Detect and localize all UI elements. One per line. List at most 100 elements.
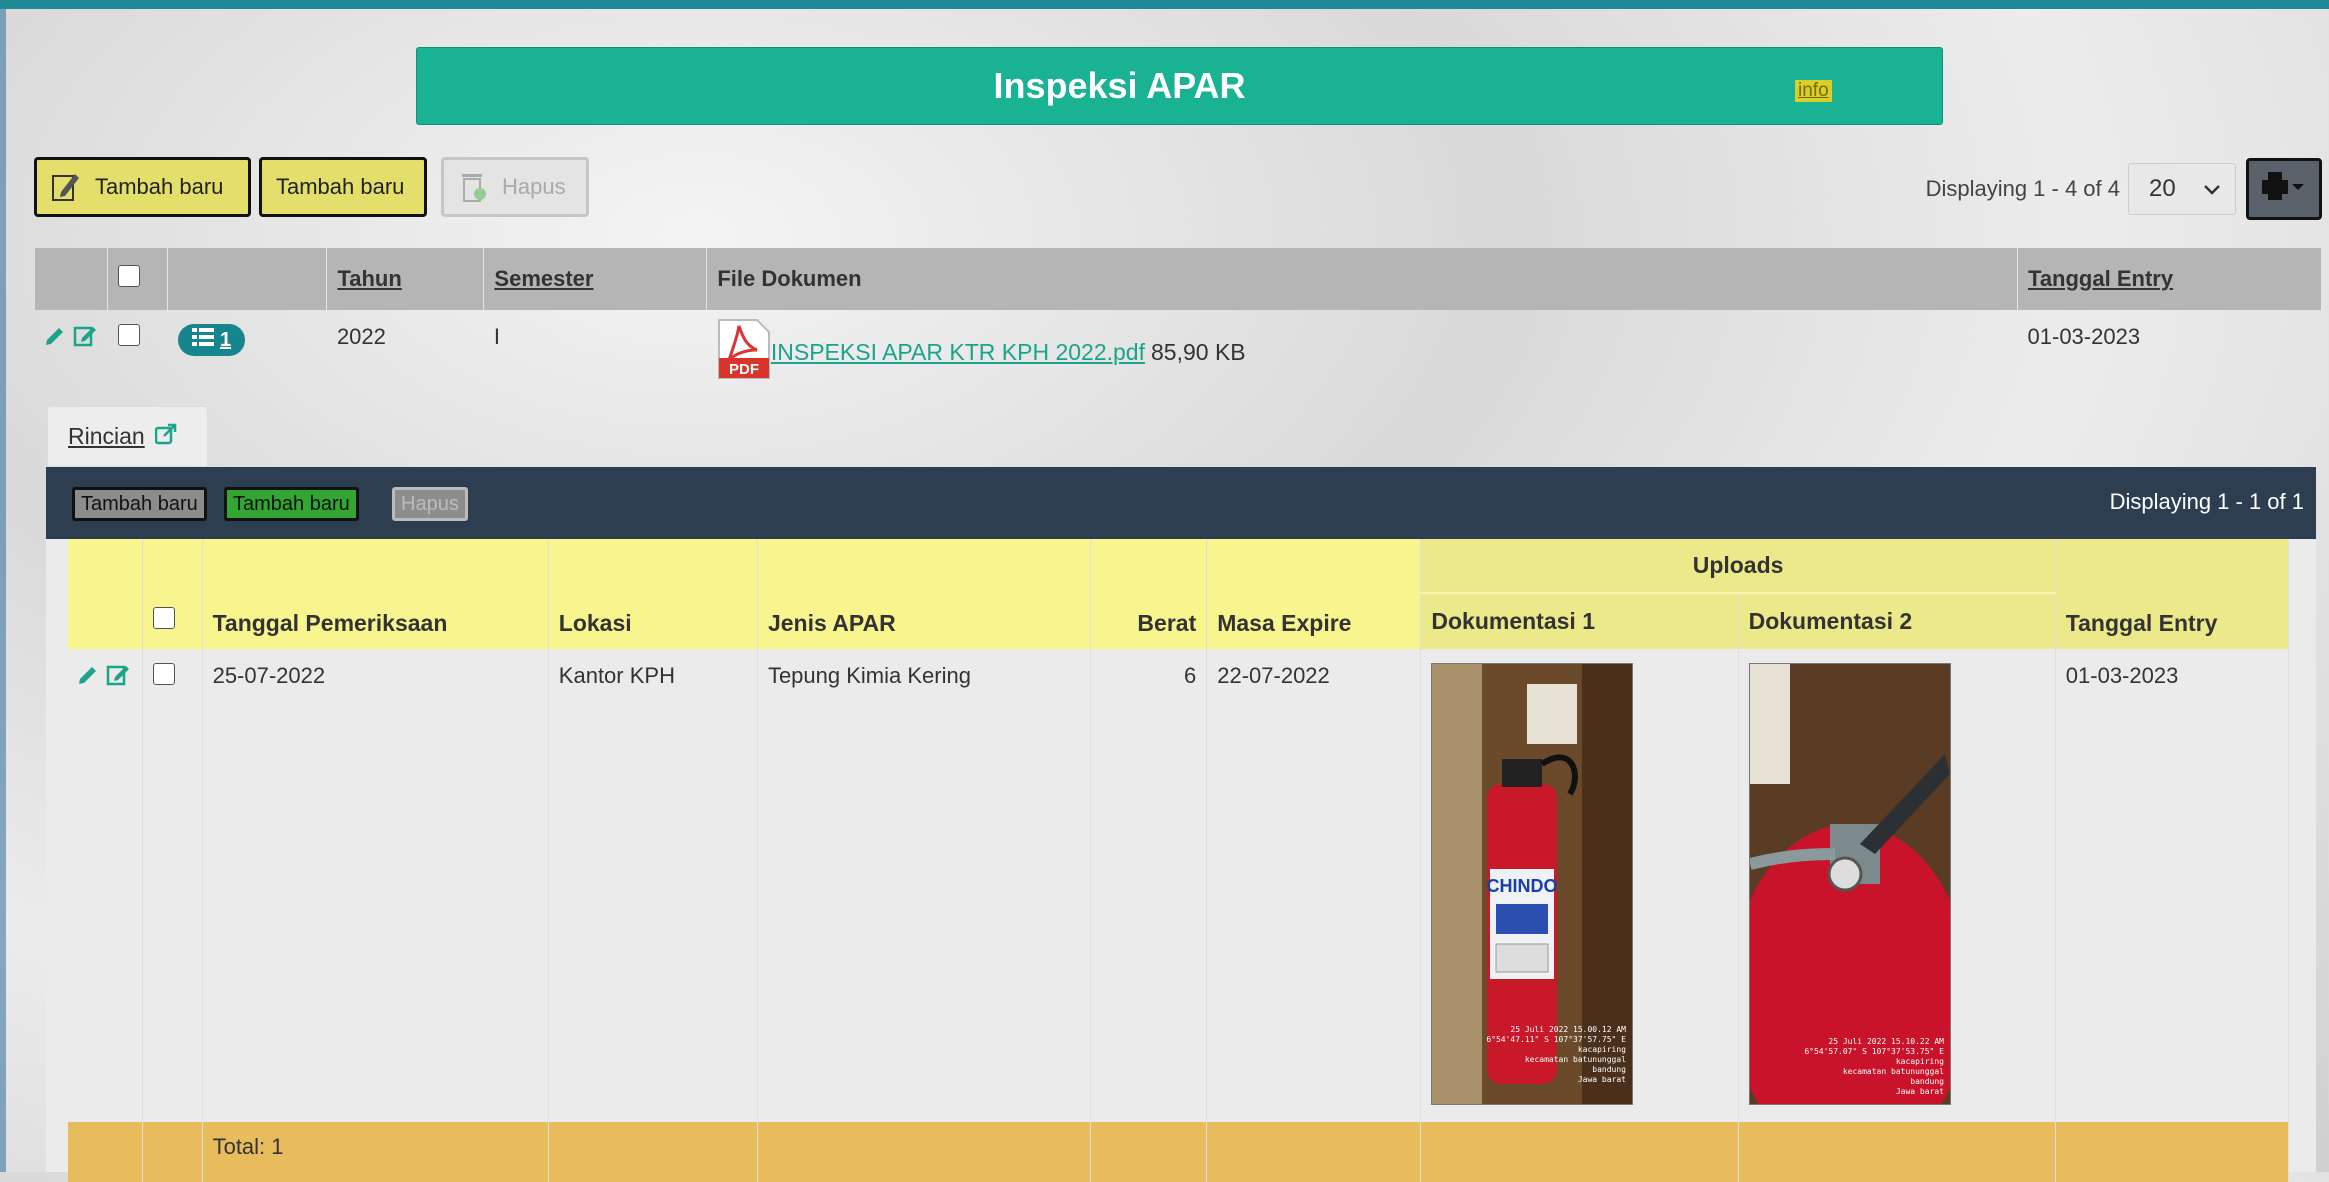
- dokumentasi-2-photo[interactable]: 25 Juli 2022 15.10.22 AM 6°54'57.07" S 1…: [1748, 663, 1951, 1105]
- add-new-button[interactable]: Tambah baru: [34, 157, 251, 217]
- detail-table: Tanggal Pemeriksaan Lokasi Jenis APAR Be…: [68, 539, 2290, 1182]
- total-cell-empty-6: [1206, 1122, 1422, 1182]
- cell-file: PDF INSPEKSI APAR KTR KPH 2022.pdf 85,90…: [707, 310, 2018, 386]
- trash-icon: [458, 170, 488, 204]
- pager: Displaying 1 - 4 of 4 20: [1926, 157, 2322, 221]
- delete-button[interactable]: Hapus: [441, 157, 589, 217]
- row-checkbox[interactable]: [117, 324, 140, 346]
- cell-masa-expire: 22-07-2022: [1206, 649, 1422, 1122]
- cell-detail-tanggal-entry: 01-03-2023: [2055, 649, 2290, 1122]
- detail-row-actions: [68, 649, 143, 1122]
- total-cell-empty-4: [757, 1122, 1092, 1182]
- pdf-file-icon: PDF: [717, 318, 771, 386]
- header-select: [107, 248, 169, 310]
- total-row: Total: 1: [68, 1122, 2290, 1182]
- table-row: 1 2022 I PDF INSPEKSI APAR KTR KPH 2022.…: [35, 310, 2322, 386]
- delete-label: Hapus: [502, 174, 566, 199]
- add-new-label-2: Tambah baru: [276, 174, 405, 199]
- detail-delete-button[interactable]: Hapus: [392, 487, 468, 521]
- cell-tahun: 2022: [336, 324, 386, 349]
- extinguisher-brand: CHINDO: [1487, 876, 1558, 896]
- main-table: Tahun Semester File Dokumen Tanggal Entr…: [35, 248, 2322, 386]
- add-new-button-2[interactable]: Tambah baru: [259, 157, 427, 217]
- edit-form-icon[interactable]: [106, 665, 130, 692]
- page-title-banner: Inspeksi APAR info: [416, 47, 1943, 125]
- total-cell-empty-2: [142, 1122, 203, 1182]
- dheader-dok2: Dokumentasi 2: [1738, 593, 2056, 649]
- cell-dok1: CHINDO 25 Juli 2022 15.00.12 AM 6°54'47.…: [1420, 649, 1739, 1122]
- select-all-checkbox[interactable]: [118, 265, 141, 287]
- printer-icon: [2262, 171, 2306, 207]
- top-bar: [0, 0, 2329, 9]
- jenis-label: Jenis APAR: [767, 610, 896, 636]
- row-detail: 1: [168, 310, 327, 386]
- detail-add-new-button[interactable]: Tambah baru: [72, 487, 207, 521]
- left-edge: [0, 9, 6, 1172]
- edit-form-icon: [51, 170, 81, 204]
- dheader-masa-expire: Masa Expire: [1206, 539, 1422, 649]
- header-semester[interactable]: Semester: [483, 248, 708, 310]
- external-link-icon[interactable]: [154, 423, 177, 451]
- sort-tanggal-entry-link[interactable]: Tanggal Entry: [2028, 266, 2173, 291]
- photo2-stamp-line-2: 6°54'57.07" S 107°37'53.75" E: [1804, 1047, 1944, 1056]
- detail-add-new-label: Tambah baru: [81, 492, 198, 515]
- header-detail: [167, 248, 328, 310]
- detail-count-badge[interactable]: 1: [177, 324, 246, 356]
- print-button[interactable]: [2246, 158, 2322, 220]
- total-cell-empty-8: [1738, 1122, 2056, 1182]
- main-table-header: Tahun Semester File Dokumen Tanggal Entr…: [35, 248, 2322, 310]
- detail-displaying-text: Displaying 1 - 1 of 1: [2109, 489, 2304, 514]
- total-cell-empty-7: [1420, 1122, 1739, 1182]
- add-new-label: Tambah baru: [95, 174, 224, 199]
- photo1-stamp-line-3: kacapiring: [1578, 1045, 1626, 1054]
- file-dokumen-label: File Dokumen: [717, 266, 862, 291]
- detail-count: 1: [219, 328, 232, 351]
- dheader-dok1: Dokumentasi 1: [1420, 593, 1739, 649]
- header-file-dokumen: File Dokumen: [706, 248, 2019, 310]
- lokasi-label: Lokasi: [558, 610, 632, 636]
- header-tanggal-entry[interactable]: Tanggal Entry: [2017, 248, 2322, 310]
- edit-form-icon[interactable]: [73, 326, 97, 353]
- detail-add-new-label-2: Tambah baru: [233, 492, 350, 515]
- photo1-stamp-line-2: 6°54'47.11" S 107°37'57.75" E: [1487, 1035, 1627, 1044]
- edit-icon[interactable]: [43, 328, 73, 353]
- sort-semester-link[interactable]: Semester: [494, 266, 593, 291]
- pdf-file-link[interactable]: INSPEKSI APAR KTR KPH 2022.pdf: [771, 339, 1145, 366]
- photo2-stamp-line-6: Jawa barat: [1895, 1087, 1943, 1096]
- page-size-select[interactable]: 20: [2128, 163, 2236, 215]
- dokumentasi-1-photo[interactable]: CHINDO 25 Juli 2022 15.00.12 AM 6°54'47.…: [1431, 663, 1634, 1105]
- uploads-label: Uploads: [1692, 552, 1784, 578]
- photo2-stamp-line-3: kacapiring: [1895, 1057, 1943, 1066]
- info-link[interactable]: info: [1795, 80, 1832, 102]
- file-size: 85,90 KB: [1151, 338, 1246, 365]
- detail-delete-label: Hapus: [401, 492, 459, 515]
- detail-tanggal-entry-label: Tanggal Entry: [2065, 610, 2218, 636]
- chevron-down-icon: [2203, 175, 2221, 203]
- list-icon: [191, 328, 214, 352]
- detail-add-new-button-2[interactable]: Tambah baru: [224, 487, 359, 521]
- dok2-label: Dokumentasi 2: [1748, 608, 1913, 634]
- tanggal-pemeriksaan-label: Tanggal Pemeriksaan: [212, 610, 448, 636]
- detail-select-all-checkbox[interactable]: [152, 607, 175, 629]
- header-tahun[interactable]: Tahun: [326, 248, 485, 310]
- total-label: Total: 1: [202, 1122, 549, 1182]
- detail-row-checkbox[interactable]: [152, 663, 175, 685]
- cell-tanggal-pemeriksaan: 25-07-2022: [202, 649, 549, 1122]
- cell-semester: I: [493, 324, 501, 349]
- tab-rincian[interactable]: Rincian: [47, 406, 208, 466]
- total-cell-empty-5: [1090, 1122, 1208, 1182]
- masa-expire-label: Masa Expire: [1217, 610, 1352, 636]
- cell-lokasi: Kantor KPH: [548, 649, 758, 1122]
- detail-toolbar: Tambah baru Tambah baru Hapus Displaying…: [46, 467, 2316, 539]
- header-actions: [35, 248, 109, 310]
- photo1-stamp-line-6: Jawa barat: [1578, 1075, 1626, 1084]
- dheader-tanggal-entry: Tanggal Entry: [2055, 539, 2290, 649]
- tab-rincian-label: Rincian: [68, 423, 145, 449]
- sort-tahun-link[interactable]: Tahun: [337, 266, 401, 291]
- dheader-actions: [68, 539, 143, 649]
- edit-icon[interactable]: [76, 667, 106, 692]
- cell-berat: 6: [1090, 649, 1208, 1122]
- photo1-stamp-line-1: 25 Juli 2022 15.00.12 AM: [1511, 1025, 1627, 1034]
- page-title: Inspeksi APAR: [993, 65, 1246, 106]
- dok1-label: Dokumentasi 1: [1431, 608, 1595, 634]
